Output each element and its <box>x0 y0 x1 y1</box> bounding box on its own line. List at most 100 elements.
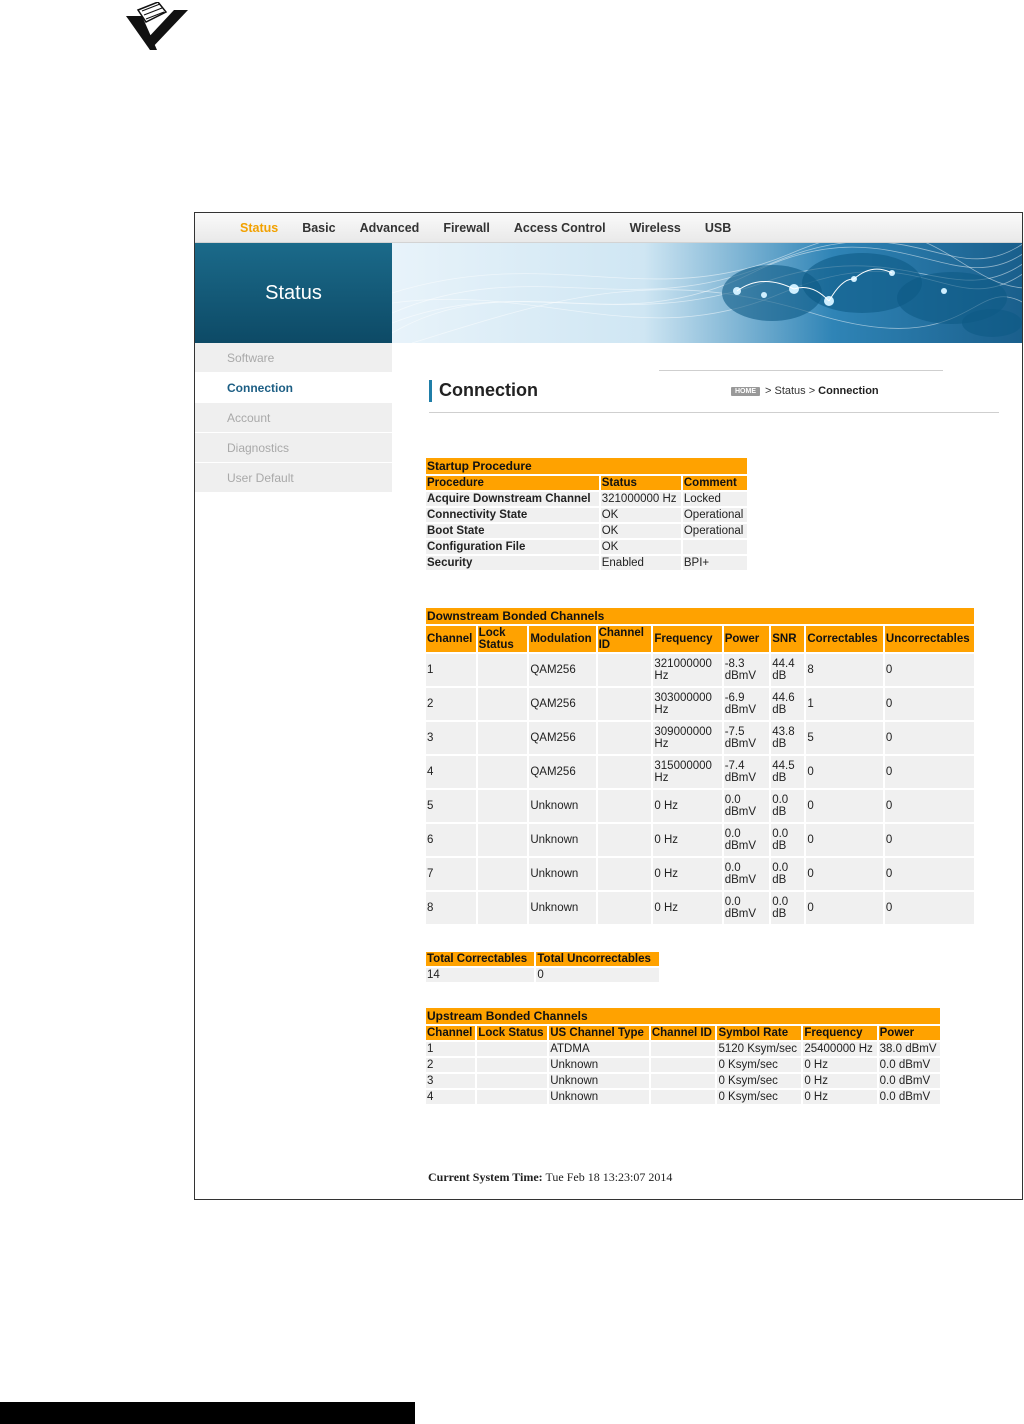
table-row: 1 QAM256 321000000 Hz -8.3 dBmV 44.4 dB … <box>426 654 974 686</box>
uncorrectables-cell: 0 <box>884 790 974 822</box>
sidebar-item-connection[interactable]: Connection <box>195 373 392 403</box>
uncorrectables-cell: 0 <box>884 722 974 754</box>
correctables-cell: 0 <box>806 790 883 822</box>
table-row: 3 Unknown 0 Ksym/sec 0 Hz 0.0 dBmV <box>426 1074 940 1088</box>
lock-status-cell <box>477 654 528 686</box>
channel-cell: 3 <box>426 1074 476 1088</box>
power-cell: -8.3 dBmV <box>723 654 770 686</box>
power-cell: 0.0 dBmV <box>878 1090 940 1104</box>
table-row: 5 Unknown 0 Hz 0.0 dBmV 0.0 dB 0 0 <box>426 790 974 822</box>
modulation-cell: QAM256 <box>529 756 596 788</box>
sidebar-item-diagnostics[interactable]: Diagnostics <box>195 433 392 463</box>
lock-status-cell <box>477 892 528 924</box>
column-header: Symbol Rate <box>717 1026 802 1040</box>
table-row: 6 Unknown 0 Hz 0.0 dBmV 0.0 dB 0 0 <box>426 824 974 856</box>
power-cell: -7.4 dBmV <box>723 756 770 788</box>
modulation-cell: QAM256 <box>529 688 596 720</box>
nav-usb[interactable]: USB <box>705 221 731 235</box>
channel-cell: 3 <box>426 722 476 754</box>
column-header: Channel <box>426 626 476 652</box>
nav-basic[interactable]: Basic <box>302 221 335 235</box>
power-cell: 0.0 dBmV <box>723 858 770 890</box>
frequency-cell: 0 Hz <box>653 790 722 822</box>
page-title: Connection <box>439 380 538 400</box>
us-channel-type-cell: Unknown <box>549 1074 649 1088</box>
nav-wireless[interactable]: Wireless <box>630 221 681 235</box>
symbol-rate-cell: 0 Ksym/sec <box>717 1074 802 1088</box>
table-row: Security Enabled BPI+ <box>426 556 747 570</box>
top-nav: Status Basic Advanced Firewall Access Co… <box>195 213 1022 243</box>
status-cell: 321000000 Hz <box>600 492 681 506</box>
column-header: Frequency <box>803 1026 877 1040</box>
uncorrectables-cell: 0 <box>884 892 974 924</box>
frequency-cell: 303000000 Hz <box>653 688 722 720</box>
us-channel-type-cell: Unknown <box>549 1090 649 1104</box>
frequency-cell: 25400000 Hz <box>803 1042 877 1056</box>
sidebar-item-account[interactable]: Account <box>195 403 392 433</box>
column-header: Power <box>723 626 770 652</box>
uncorrectables-cell: 0 <box>884 654 974 686</box>
home-badge-icon[interactable]: HOME <box>731 386 760 396</box>
correctables-cell: 0 <box>806 824 883 856</box>
lock-status-cell <box>477 824 528 856</box>
channel-id-cell <box>597 654 652 686</box>
modulation-cell: Unknown <box>529 790 596 822</box>
breadcrumb-status[interactable]: > Status > <box>765 385 815 397</box>
table-row: 14 0 <box>426 968 659 982</box>
table-row: 4 QAM256 315000000 Hz -7.4 dBmV 44.5 dB … <box>426 756 974 788</box>
lock-status-cell <box>477 1074 548 1088</box>
column-header: Uncorrectables <box>884 626 974 652</box>
table-row: Configuration File OK <box>426 540 747 554</box>
channel-id-cell <box>597 722 652 754</box>
sidebar-item-software[interactable]: Software <box>195 343 392 373</box>
lock-status-cell <box>477 1058 548 1072</box>
power-cell: -6.9 dBmV <box>723 688 770 720</box>
breadcrumb-current: Connection <box>818 385 879 397</box>
modulation-cell: Unknown <box>529 892 596 924</box>
column-header: SNR <box>771 626 805 652</box>
snr-cell: 44.6 dB <box>771 688 805 720</box>
upstream-bonded-channels-table: Upstream Bonded Channels Channel Lock St… <box>424 1006 942 1106</box>
uncorrectables-cell: 0 <box>884 688 974 720</box>
channel-id-cell <box>597 688 652 720</box>
lock-status-cell <box>477 722 528 754</box>
snr-cell: 43.8 dB <box>771 722 805 754</box>
page-header: Connection HOME > Status > Connection <box>429 343 999 413</box>
comment-cell: BPI+ <box>682 556 747 570</box>
channel-cell: 5 <box>426 790 476 822</box>
nav-firewall[interactable]: Firewall <box>443 221 490 235</box>
symbol-rate-cell: 0 Ksym/sec <box>717 1090 802 1104</box>
channel-cell: 1 <box>426 1042 476 1056</box>
snr-cell: 0.0 dB <box>771 790 805 822</box>
modulation-cell: QAM256 <box>529 722 596 754</box>
lock-status-cell <box>477 1042 548 1056</box>
channel-id-cell <box>650 1090 716 1104</box>
pen-checkmark-icon <box>126 2 188 50</box>
channel-id-cell <box>650 1042 716 1056</box>
comment-cell: Operational <box>682 524 747 538</box>
breadcrumb: HOME > Status > Connection <box>731 385 879 397</box>
uncorrectables-cell: 0 <box>884 858 974 890</box>
uncorrectables-cell: 0 <box>884 756 974 788</box>
status-cell: OK <box>600 540 681 554</box>
sidebar: Software Connection Account Diagnostics … <box>195 343 392 493</box>
nav-access-control[interactable]: Access Control <box>514 221 606 235</box>
world-map-banner-image <box>392 243 1022 343</box>
snr-cell: 44.5 dB <box>771 756 805 788</box>
nav-status[interactable]: Status <box>240 221 278 235</box>
lock-status-cell <box>477 790 528 822</box>
current-system-time: Current System Time: Tue Feb 18 13:23:07… <box>428 1170 672 1185</box>
correctables-cell: 0 <box>806 892 883 924</box>
column-header: Total Correctables <box>426 952 535 966</box>
nav-advanced[interactable]: Advanced <box>360 221 420 235</box>
correctables-cell: 8 <box>806 654 883 686</box>
channel-cell: 7 <box>426 858 476 890</box>
frequency-cell: 0 Hz <box>653 858 722 890</box>
channel-cell: 6 <box>426 824 476 856</box>
procedure-cell: Acquire Downstream Channel <box>426 492 599 506</box>
channel-cell: 4 <box>426 756 476 788</box>
sidebar-item-user-default[interactable]: User Default <box>195 463 392 493</box>
procedure-cell: Connectivity State <box>426 508 599 522</box>
frequency-cell: 0 Hz <box>803 1074 877 1088</box>
modulation-cell: QAM256 <box>529 654 596 686</box>
